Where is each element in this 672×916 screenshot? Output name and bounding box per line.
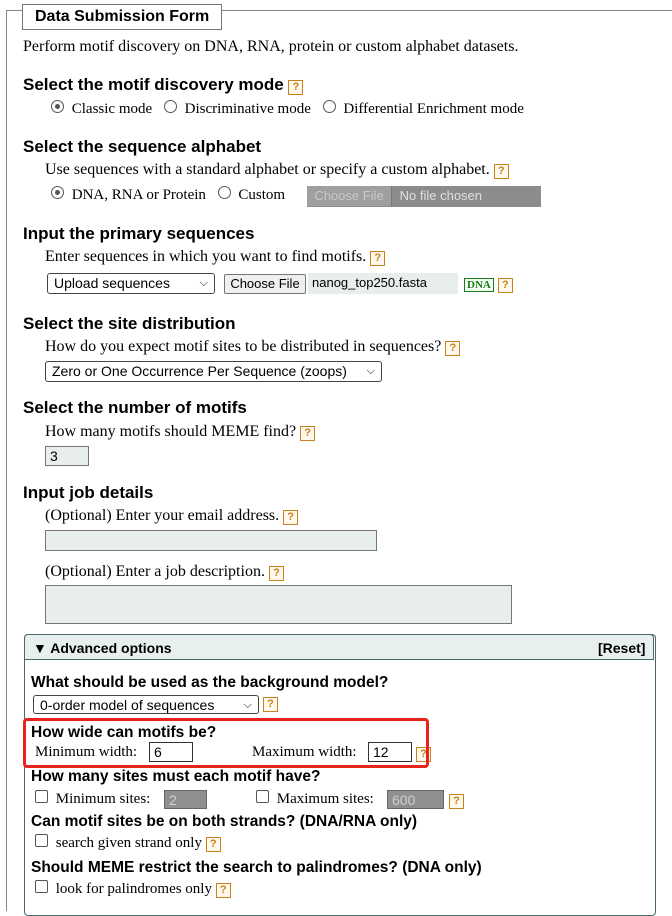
nmotifs-input[interactable]: 3 (45, 446, 89, 466)
max-sites-row: Maximum sites: (256, 790, 374, 808)
help-icon[interactable]: ? (283, 510, 299, 525)
help-icon[interactable]: ? (288, 80, 304, 95)
sites-heading: How many sites must each motif have? (31, 768, 321, 785)
custom-alphabet-file-input: Choose File No file chosen (307, 186, 541, 207)
file-status: No file chosen (399, 188, 483, 203)
given-strand-checkbox[interactable] (35, 834, 48, 847)
choose-file-button[interactable]: Choose File (224, 274, 306, 294)
help-icon[interactable]: ? (268, 566, 284, 581)
primary-desc: Enter sequences in which you want to fin… (45, 248, 386, 266)
nmotifs-desc: How many motifs should MEME find? ? (45, 423, 316, 441)
help-icon[interactable]: ? (205, 837, 221, 852)
strands-heading: Can motif sites be on both strands? (DNA… (31, 813, 418, 830)
min-sites-row: Minimum sites: (35, 790, 150, 808)
email-label: (Optional) Enter your email address. ? (45, 507, 299, 525)
distribution-desc: How do you expect motif sites to be dist… (45, 338, 461, 356)
help-icon[interactable]: ? (497, 278, 513, 293)
radio-custom-alphabet[interactable] (217, 186, 231, 199)
max-sites-input: 600 (387, 790, 444, 809)
max-sites-checkbox[interactable] (256, 790, 269, 803)
distribution-heading: Select the site distribution (23, 314, 236, 333)
custom-alphabet-label: Custom (238, 187, 286, 203)
help-icon[interactable]: ? (449, 794, 464, 809)
min-sites-label: Minimum sites: (55, 791, 151, 807)
radio-standard-alphabet[interactable] (51, 186, 64, 199)
advanced-options-toggle[interactable]: ▼ Advanced options (33, 640, 172, 656)
min-sites-input: 2 (164, 790, 207, 809)
mode-options: Classic mode Discriminative mode Differe… (51, 100, 524, 118)
given-strand-label: search given strand only (55, 835, 202, 851)
form-intro: Perform motif discovery on DNA, RNA, pro… (23, 38, 519, 55)
highlight-box (23, 718, 429, 768)
palindrome-row: look for palindromes only ? (35, 880, 231, 898)
primary-heading: Input the primary sequences (23, 224, 255, 243)
site-distribution-select[interactable]: Zero or One Occurrence Per Sequence (zoo… (45, 361, 382, 382)
help-icon[interactable]: ? (263, 697, 278, 712)
job-description-field[interactable] (45, 585, 512, 624)
email-field[interactable] (45, 530, 377, 551)
reset-link[interactable]: [Reset] (598, 640, 645, 656)
palindrome-label: look for palindromes only (55, 881, 212, 897)
max-sites-label: Maximum sites: (276, 791, 374, 807)
choose-file-button-disabled: Choose File (307, 186, 392, 206)
mode-heading: Select the motif discovery mode ? (23, 75, 304, 95)
discriminative-mode-label: Discriminative mode (184, 101, 311, 117)
chevron-down-icon: ⌵ (243, 699, 252, 711)
radio-discriminative-mode[interactable] (163, 100, 177, 113)
file-name: nanog_top250.fasta (308, 273, 458, 294)
radio-classic-mode[interactable] (51, 100, 64, 113)
palindrome-heading: Should MEME restrict the search to palin… (31, 859, 482, 876)
standard-alphabet-label: DNA, RNA or Protein (71, 187, 206, 203)
background-row: 0-order model of sequences ⌵ ? (33, 695, 278, 714)
min-sites-checkbox[interactable] (35, 790, 48, 803)
help-icon[interactable]: ? (493, 164, 509, 179)
description-label: (Optional) Enter a job description. ? (45, 563, 284, 581)
alphabet-options: DNA, RNA or Protein Custom (51, 186, 285, 204)
radio-differential-mode[interactable] (322, 100, 336, 113)
chevron-down-icon: ⌵ (199, 277, 208, 289)
background-heading: What should be used as the background mo… (31, 674, 389, 691)
help-icon[interactable]: ? (215, 883, 231, 898)
form-legend: Data Submission Form (22, 4, 223, 30)
alphabet-heading: Select the sequence alphabet (23, 137, 262, 156)
help-icon[interactable]: ? (370, 251, 386, 266)
background-model-select[interactable]: 0-order model of sequences ⌵ (33, 695, 259, 714)
dna-badge: DNA ? (464, 275, 513, 293)
classic-mode-label: Classic mode (71, 101, 153, 117)
job-heading: Input job details (23, 483, 154, 502)
alphabet-desc: Use sequences with a standard alphabet o… (45, 161, 509, 179)
differential-mode-label: Differential Enrichment mode (343, 101, 524, 117)
help-icon[interactable]: ? (445, 341, 461, 356)
help-icon[interactable]: ? (300, 426, 316, 441)
sequence-source-select[interactable]: Upload sequences ⌵ (47, 273, 215, 294)
palindrome-checkbox[interactable] (35, 880, 48, 893)
chevron-down-icon: ⌵ (366, 365, 375, 377)
nmotifs-heading: Select the number of motifs (23, 398, 247, 417)
sites-help: ? (449, 791, 464, 809)
strands-row: search given strand only ? (35, 834, 221, 852)
